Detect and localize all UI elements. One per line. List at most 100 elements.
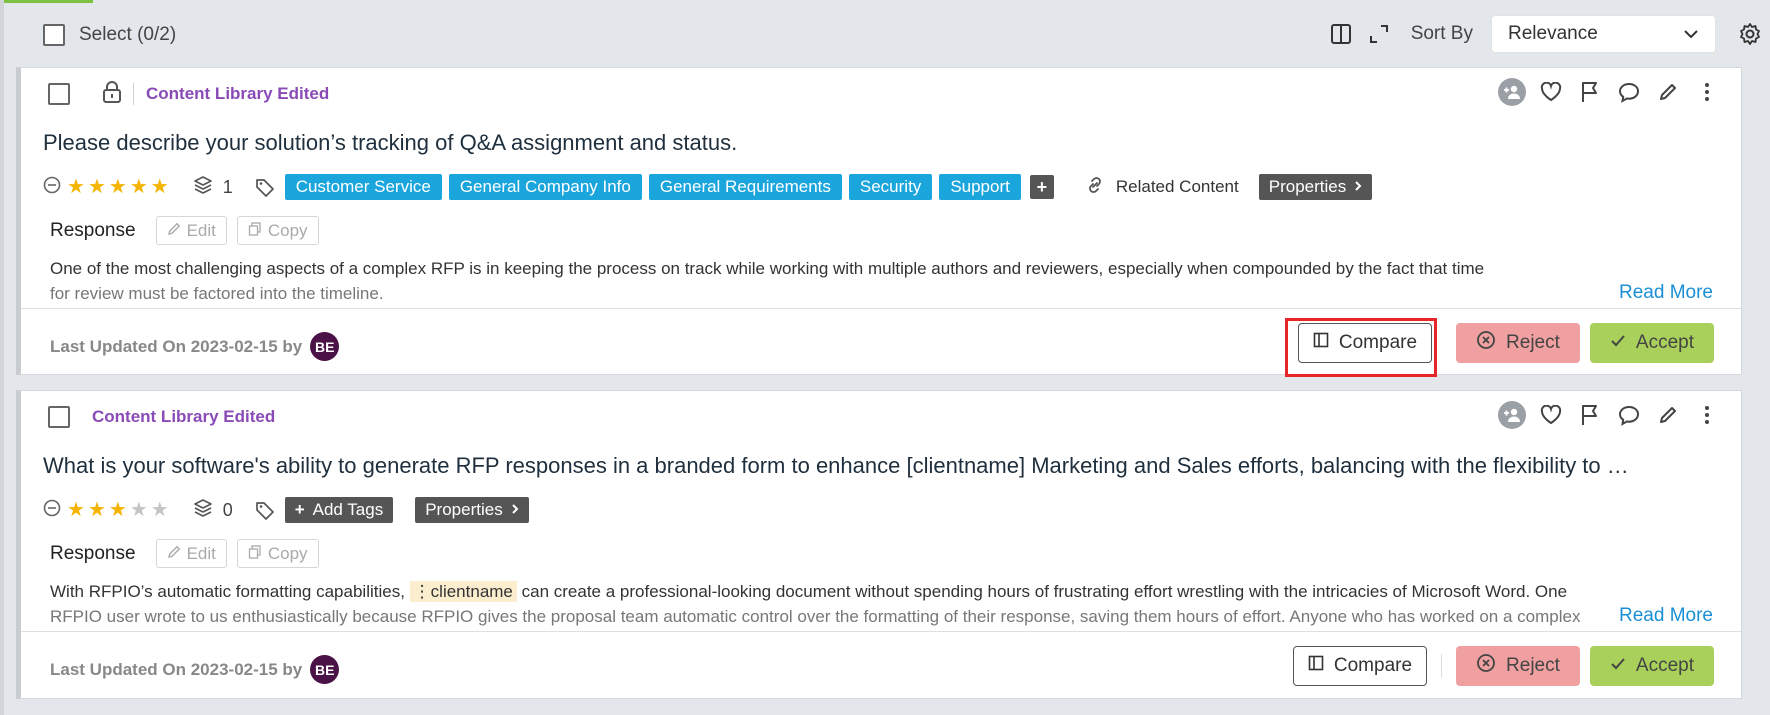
toolbar-right: Sort By Relevance xyxy=(1327,14,1770,54)
related-content[interactable]: Related Content xyxy=(1084,174,1239,201)
comment-icon[interactable] xyxy=(1615,401,1643,429)
properties-button[interactable]: Properties xyxy=(415,497,529,523)
add-tags-label: Add Tags xyxy=(312,500,384,519)
avatar[interactable]: BE xyxy=(310,332,340,361)
status-badge: Content Library Edited xyxy=(146,84,330,103)
star-icon[interactable]: ★ xyxy=(130,177,148,197)
pencil-icon[interactable] xyxy=(1654,78,1682,106)
heart-icon[interactable] xyxy=(1537,401,1565,429)
reject-button[interactable]: Reject xyxy=(1456,323,1580,363)
lock-icon[interactable] xyxy=(101,80,123,109)
drag-handle-icon: ⋮ xyxy=(413,582,431,601)
tag-chip[interactable]: Security xyxy=(848,174,933,200)
card-actions xyxy=(1498,78,1721,106)
copy-button[interactable]: Copy xyxy=(236,216,319,245)
card-checkbox[interactable] xyxy=(48,406,70,428)
question-title[interactable]: Please describe your solution’s tracking… xyxy=(43,130,1723,156)
more-vertical-icon[interactable] xyxy=(1693,401,1721,429)
versions-count: 0 xyxy=(222,499,233,520)
versions-count: 1 xyxy=(222,176,233,197)
pencil-icon xyxy=(167,544,181,564)
minus-circle-icon[interactable] xyxy=(43,499,61,522)
x-circle-icon xyxy=(1476,330,1496,356)
properties-label: Properties xyxy=(425,500,503,519)
star-icon[interactable]: ★ xyxy=(109,177,127,197)
avatar[interactable]: BE xyxy=(310,655,340,684)
sort-select[interactable]: Relevance xyxy=(1491,15,1716,53)
star-rating[interactable]: ★ ★ ★ ★ ★ xyxy=(67,500,169,520)
select-all-checkbox[interactable] xyxy=(43,24,65,46)
merge-token[interactable]: ⋮clientname xyxy=(409,581,517,602)
gear-icon[interactable] xyxy=(1736,20,1764,48)
accept-label: Accept xyxy=(1635,332,1694,353)
tag-chip[interactable]: Support xyxy=(939,174,1021,200)
versions[interactable]: 1 xyxy=(193,175,233,200)
pencil-icon xyxy=(167,221,181,241)
tag-chip[interactable]: General Company Info xyxy=(448,174,642,200)
x-circle-icon xyxy=(1476,653,1496,679)
star-icon[interactable]: ★ xyxy=(88,500,106,520)
response-segment: can create a professional-looking docume… xyxy=(521,582,1568,601)
heart-icon[interactable] xyxy=(1537,78,1565,106)
check-icon xyxy=(1610,655,1626,677)
last-updated: Last Updated On 2023-02-15 by BE xyxy=(50,332,340,361)
question-card: Content Library Edited What is your soft… xyxy=(16,390,1742,699)
reject-label: Reject xyxy=(1506,332,1560,353)
comment-icon[interactable] xyxy=(1615,78,1643,106)
assign-user-icon[interactable] xyxy=(1498,78,1526,106)
properties-button[interactable]: Properties xyxy=(1258,174,1373,200)
plus-icon: + xyxy=(294,500,305,519)
star-icon[interactable]: ★ xyxy=(130,500,148,520)
highlight-box xyxy=(1285,318,1437,377)
tag-chip[interactable]: Customer Service xyxy=(284,174,442,200)
status-badge: Content Library Edited xyxy=(92,407,276,426)
divider xyxy=(1441,654,1443,678)
versions[interactable]: 0 xyxy=(193,498,233,523)
question-title[interactable]: What is your software's ability to gener… xyxy=(43,453,1723,479)
edit-button[interactable]: Edit xyxy=(155,539,227,568)
star-icon[interactable]: ★ xyxy=(151,177,169,197)
add-tags-button[interactable]: + Add Tags xyxy=(284,497,394,523)
link-icon xyxy=(1084,174,1106,201)
compare-button[interactable]: Compare xyxy=(1292,646,1428,686)
last-updated: Last Updated On 2023-02-15 by BE xyxy=(50,655,340,684)
compare-icon xyxy=(1308,655,1324,677)
star-icon[interactable]: ★ xyxy=(109,500,127,520)
accept-button[interactable]: Accept xyxy=(1589,646,1714,686)
flag-icon[interactable] xyxy=(1576,78,1604,106)
tag-chip[interactable]: General Requirements xyxy=(648,174,842,200)
select-all[interactable]: Select (0/2) xyxy=(43,24,176,46)
split-view-icon[interactable] xyxy=(1327,20,1355,48)
star-rating[interactable]: ★ ★ ★ ★ ★ xyxy=(67,177,169,197)
more-vertical-icon[interactable] xyxy=(1693,78,1721,106)
star-icon[interactable]: ★ xyxy=(88,177,106,197)
accept-label: Accept xyxy=(1635,655,1694,676)
star-icon[interactable]: ★ xyxy=(67,177,85,197)
response-label: Response xyxy=(50,219,136,241)
sort-value: Relevance xyxy=(1508,23,1598,44)
reject-button[interactable]: Reject xyxy=(1456,646,1580,686)
select-all-label: Select (0/2) xyxy=(79,24,177,45)
reject-label: Reject xyxy=(1506,655,1560,676)
read-more-link[interactable]: Read More xyxy=(1619,605,1713,627)
read-more-link[interactable]: Read More xyxy=(1619,282,1713,304)
response-text: One of the most challenging aspects of a… xyxy=(50,256,1630,306)
pencil-icon[interactable] xyxy=(1654,401,1682,429)
assign-user-icon[interactable] xyxy=(1498,401,1526,429)
properties-label: Properties xyxy=(1268,177,1347,196)
expand-icon[interactable] xyxy=(1365,20,1393,48)
copy-button[interactable]: Copy xyxy=(236,539,319,568)
edit-button[interactable]: Edit xyxy=(155,216,227,245)
toolbar: Select (0/2) Sort By Relevance xyxy=(0,0,1770,66)
star-icon[interactable]: ★ xyxy=(67,500,85,520)
card-checkbox[interactable] xyxy=(48,83,70,105)
accept-button[interactable]: Accept xyxy=(1589,323,1714,363)
check-icon xyxy=(1610,332,1626,354)
sort-label: Sort By xyxy=(1410,23,1473,44)
add-tag-button[interactable]: + xyxy=(1029,175,1054,199)
footer-actions: Compare Reject Accept xyxy=(1292,646,1714,686)
minus-circle-icon[interactable] xyxy=(43,176,61,199)
flag-icon[interactable] xyxy=(1576,401,1604,429)
response-line: RFPIO user wrote to us enthusiastically … xyxy=(50,607,1581,626)
star-icon[interactable]: ★ xyxy=(151,500,169,520)
